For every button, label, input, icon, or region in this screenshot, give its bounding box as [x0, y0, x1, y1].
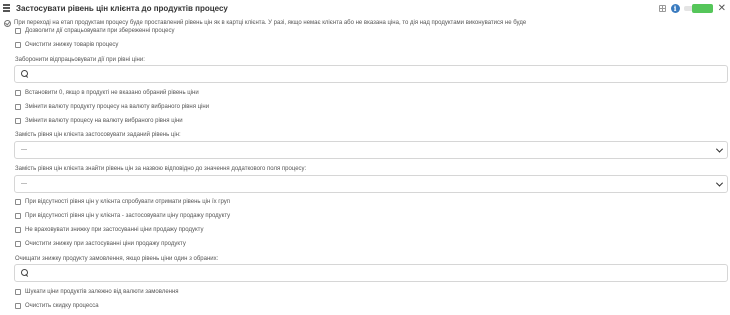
header-controls: i ✕ [658, 3, 726, 13]
enable-toggle[interactable] [683, 3, 713, 13]
search-icon [21, 70, 29, 78]
select2-label: Замість рівня цін клієнта знайти рівень … [15, 166, 307, 172]
clear-discount-price-level-input[interactable] [14, 264, 728, 282]
chevron-down-icon [715, 179, 724, 187]
toggle-track-on [691, 3, 713, 13]
checkbox-row[interactable]: Не враховувати знижку при застосуванні ц… [15, 226, 203, 234]
checkbox[interactable] [15, 241, 21, 247]
select1-label: Замість рівня цін клієнта застосовувати … [15, 132, 181, 138]
drag-handle-icon[interactable] [3, 4, 10, 12]
checkbox-label: Очистити знижку при застосуванні ціни пр… [25, 241, 186, 247]
check-circle-icon [4, 19, 11, 27]
checkbox-label: Змінити валюту процесу на валюту вибрано… [25, 118, 183, 124]
checkbox-label: Дозволити дії спрацьовувати при збережен… [25, 28, 175, 34]
checkbox-label: Очистить скидку процесса [25, 303, 99, 309]
action-title: Застосувати рівень цін клієнта до продук… [16, 3, 228, 13]
checkbox-row[interactable]: Встановити 0, якщо в продукті не вказано… [15, 89, 199, 97]
select-value: --- [21, 147, 27, 153]
forbid-label: Заборонити відпрацьовувати дії при рівні… [15, 57, 145, 63]
price-level-select[interactable]: --- [14, 141, 728, 159]
checkbox[interactable] [15, 90, 21, 96]
checkbox-row[interactable]: Шукати ціни продуктів залежно від валюти… [15, 288, 179, 296]
checkbox[interactable] [15, 289, 21, 295]
extra-field-select[interactable]: --- [14, 175, 728, 193]
checkbox-row[interactable]: Очистить скидку процесса [15, 302, 99, 310]
checkbox-label: Шукати ціни продуктів залежно від валюти… [25, 289, 179, 295]
close-icon[interactable]: ✕ [718, 3, 726, 13]
checkbox-label: При відсутності рівня цін у клієнта - за… [25, 213, 231, 219]
checkbox[interactable] [15, 227, 21, 233]
action-header: Застосувати рівень цін клієнта до продук… [3, 2, 726, 14]
checkbox[interactable] [15, 213, 21, 219]
checkbox[interactable] [15, 28, 21, 34]
checkbox-label: Встановити 0, якщо в продукті не вказано… [25, 90, 199, 96]
checkbox-row[interactable]: Змінити валюту процесу на валюту вибрано… [15, 117, 183, 125]
search-icon [21, 269, 29, 277]
checkbox-row[interactable]: При відсутності рівня цін у клієнта - за… [15, 212, 230, 220]
checkbox[interactable] [15, 42, 21, 48]
grid-icon[interactable] [658, 4, 666, 12]
chevron-down-icon [715, 145, 724, 153]
note-text: При переході на етап продуктам процесу б… [14, 20, 527, 26]
checkbox[interactable] [15, 303, 21, 309]
info-icon[interactable]: i [670, 3, 680, 13]
checkbox[interactable] [15, 104, 21, 110]
checkbox-row[interactable]: Очистити знижку при застосуванні ціни пр… [15, 240, 186, 248]
select-value: --- [21, 181, 27, 187]
checkbox-label: Очистити знижку товарів процесу [25, 42, 119, 48]
checkbox-row[interactable]: Очистити знижку товарів процесу [15, 41, 118, 49]
checkbox[interactable] [15, 118, 21, 124]
forbid-price-level-input[interactable] [14, 65, 728, 83]
checkbox-row[interactable]: Змінити валюту продукту процесу на валют… [15, 103, 209, 111]
checkbox-label: При відсутності рівня цін у клієнта спро… [25, 199, 231, 205]
checkbox-row[interactable]: При відсутності рівня цін у клієнта спро… [15, 198, 230, 206]
checkbox-row[interactable]: Дозволити дії спрацьовувати при збережен… [15, 27, 174, 35]
checkbox[interactable] [15, 199, 21, 205]
checkbox-label: Не враховувати знижку при застосуванні ц… [25, 227, 204, 233]
checkbox-label: Змінити валюту продукту процесу на валют… [25, 104, 210, 110]
clear-discount-label: Очищати знижку продукту замовлення, якщо… [15, 256, 219, 262]
